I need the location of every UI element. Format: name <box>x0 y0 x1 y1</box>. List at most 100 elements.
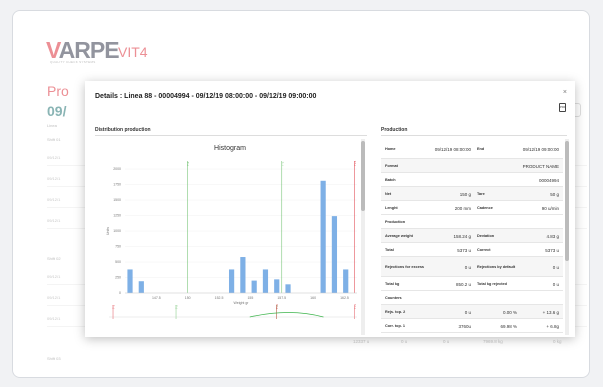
production-table: Home 09/12/19 08:00:00 End 09/12/19 09:00:0… <box>381 139 563 335</box>
overview-line-label: T-1 <box>112 305 116 309</box>
divider <box>381 135 567 136</box>
row-label-2: 0.00 % <box>502 309 517 315</box>
x-tick-label: 157.5 <box>277 296 286 300</box>
x-tick-label: 162.5 <box>340 296 349 300</box>
distribution-curve <box>249 312 324 318</box>
row-value-2: + 13.6 g <box>542 309 559 315</box>
row-label: Batch <box>385 177 396 182</box>
production-scrollbar[interactable] <box>565 139 569 335</box>
row-label: Production <box>385 219 406 224</box>
histogram-bar <box>274 279 280 293</box>
x-tick-label: 152.5 <box>215 296 224 300</box>
row-label: Home <box>385 146 396 151</box>
production-row: Average weight 158.24 g Deviation 4.83 g <box>381 229 563 243</box>
production-row: Lenght 200 mm Cadence 90 u/min <box>381 201 563 215</box>
divider <box>95 135 367 136</box>
row-label-2: Deviation <box>477 233 495 238</box>
histogram-bar <box>251 280 257 293</box>
row-label-2: End <box>477 146 485 151</box>
row-value-2: 50 g <box>550 191 559 197</box>
production-row: Format PRODUCT NAME <box>381 159 563 173</box>
histogram-panel: Histogram 0 250 500 750 1000 1250 1500 1750 2000… <box>95 139 365 335</box>
row-label-2: Correct <box>477 247 491 252</box>
histogram-bar <box>343 269 349 293</box>
production-row: Home 09/12/19 08:00:00 End 09/12/19 09:00:0… <box>381 139 563 159</box>
production-row: Batch 00004994 <box>381 173 563 187</box>
row-label-2: Rejections by default <box>477 264 516 269</box>
row-label: Net <box>385 191 392 196</box>
x-tick-label: 155 <box>247 296 253 300</box>
row-label: Total kg <box>385 281 400 286</box>
row-value: 200 mm <box>454 205 471 211</box>
row-label: Average weight <box>385 233 413 238</box>
overview-line-label: T-2 <box>175 305 179 309</box>
y-tick-label: 1750 <box>113 183 121 187</box>
row-value-2: + 6.8g <box>546 323 559 329</box>
row-value-2: 0 u <box>552 281 559 287</box>
row-value: 850.2 u <box>455 281 471 287</box>
reference-line-label: T+1 <box>353 160 357 166</box>
x-axis-label: Weight gr <box>234 301 250 305</box>
y-tick-label: 1500 <box>113 198 121 202</box>
row-label-2: Cadence <box>477 205 493 210</box>
histogram-chart: 0 250 500 750 1000 1250 1500 1750 2000 147.5 150 15… <box>106 160 357 319</box>
y-tick-label: 0 <box>119 291 121 295</box>
row-value: 5373 u <box>457 247 471 253</box>
row-value: 158.24 g <box>453 233 471 239</box>
modal-title: Details : Linea 88 - 00004994 - 09/12/19… <box>95 93 317 100</box>
section-header: Production <box>381 215 563 229</box>
row-value: 3760u <box>458 323 471 329</box>
production-row: Rejections for excess 0 u Rejections by de… <box>381 257 563 277</box>
row-label: Corr. top. 1 <box>385 323 406 328</box>
row-label-2: Total kg rejected <box>477 281 507 286</box>
y-axis-label: Units <box>106 227 110 235</box>
pdf-icon[interactable]: PDF <box>559 103 566 112</box>
app-window: VARPE QUALITY CHECK SYSTEMS VIT4 Pro 09/… <box>12 10 590 378</box>
row-label: Counters <box>385 295 402 300</box>
histogram-bar <box>138 281 144 293</box>
y-tick-label: 750 <box>115 245 121 249</box>
histogram-bar <box>285 284 291 293</box>
row-value: 09/12/19 08:00:00 <box>434 146 471 152</box>
reference-line-label: T-1 <box>280 161 284 166</box>
reference-line-label: T-2 <box>186 161 190 166</box>
row-value-2: 5373 u <box>545 247 559 253</box>
scrollbar-thumb[interactable] <box>361 141 365 211</box>
row-value-2: 0 u <box>552 264 559 270</box>
row-value: 0 u <box>464 264 471 270</box>
y-tick-label: 1000 <box>113 229 121 233</box>
x-tick-label: 147.5 <box>152 296 161 300</box>
production-row: Corr. top. 1 3760u 69.98 % + 6.8g <box>381 319 563 333</box>
x-tick-label: 150 <box>185 296 191 300</box>
section-header: Counters <box>381 291 563 305</box>
row-label-2: Tare <box>477 191 485 196</box>
histogram-scrollbar[interactable] <box>361 139 365 335</box>
production-row: Total 5373 u Correct 5373 u <box>381 243 563 257</box>
distribution-title: Distribution production <box>95 127 151 133</box>
histogram-bar <box>127 269 133 293</box>
production-row: Total kg 850.2 u Total kg rejected 0 u <box>381 277 563 291</box>
production-row: Net 150 g Tare 50 g <box>381 187 563 201</box>
close-icon[interactable]: × <box>563 89 567 96</box>
histogram-bar <box>331 216 338 293</box>
row-value-2: 90 u/min <box>541 205 559 211</box>
overview-line-label: T+1 <box>275 304 279 309</box>
histogram-bar <box>228 269 235 293</box>
y-tick-label: 2000 <box>113 167 121 171</box>
row-label: Format <box>385 163 398 168</box>
row-value-2: 09/12/19 09:00:00 <box>522 146 559 152</box>
x-tick-label: 160 <box>310 296 316 300</box>
row-value: 0 u <box>464 309 471 315</box>
histogram-bar <box>262 269 269 293</box>
row-label: Rejs. top. 2 <box>385 309 406 314</box>
overview-line-label: T+1 <box>353 304 357 309</box>
production-title: Production <box>381 127 408 133</box>
row-value: 150 g <box>459 191 471 197</box>
row-label: Rejections for excess <box>385 264 425 269</box>
row-label: Lenght <box>385 205 398 210</box>
scrollbar-thumb[interactable] <box>565 141 569 261</box>
row-label-2: 69.98 % <box>500 323 517 329</box>
histogram-bar <box>320 180 326 293</box>
y-tick-label: 500 <box>115 260 121 264</box>
details-modal: Details : Linea 88 - 00004994 - 09/12/19… <box>85 81 575 337</box>
